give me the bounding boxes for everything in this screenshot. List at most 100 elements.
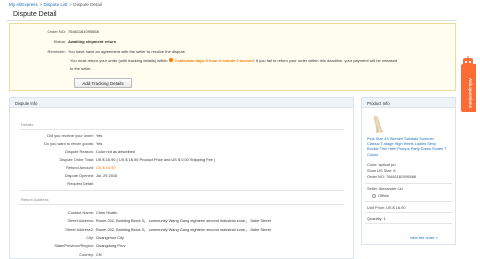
address-row: City: Guangzhou City	[18, 235, 124, 240]
dispute-info-panel: Dispute Info Details Did you receive you…	[9, 97, 354, 259]
color-label: Color:	[367, 162, 378, 167]
reminder-cont-row: to the seller.	[70, 66, 92, 71]
quantity-row: Quantity: 1	[367, 216, 386, 221]
breadcrumb-separator: >	[39, 2, 43, 7]
product-divider-3	[365, 212, 452, 213]
row-label: Street Address:	[67, 218, 94, 224]
product-divider-2	[365, 201, 452, 202]
row-value: US $ 16.90 ( US $ 16.90 Product Price an…	[96, 157, 216, 162]
row-label: Dispute Opened:	[64, 173, 94, 178]
detail-row: Request Detail:	[18, 181, 96, 186]
unit-price-row: Unit Price: US $ 16.90	[367, 205, 406, 210]
dispute-info-header: Dispute Info	[10, 98, 353, 108]
row-value: US $ 16.90	[96, 165, 116, 170]
breadcrumb-home-link[interactable]: My AliExpress	[9, 2, 38, 7]
row-label: Refund Amount:	[66, 165, 94, 170]
title-divider	[6, 20, 457, 21]
breadcrumb-list-link[interactable]: Dispute List	[44, 2, 68, 7]
row-label: State/Province/Region:	[54, 243, 94, 249]
color-value: apricot pu	[378, 162, 396, 167]
address-row: Street Address: Room 202, Building Block …	[18, 218, 271, 224]
reminder-deadline-row: You must return your order (with trackin…	[70, 58, 397, 63]
order-no-row: Order NO: 76461181095568	[16, 29, 99, 34]
address-row: Contact Name: Chen Hualin	[18, 210, 117, 215]
detail-row: Dispute Opened: Jul. 29 2016	[18, 173, 117, 178]
page-title: Dispute Detail	[13, 11, 57, 18]
details-divider	[19, 129, 344, 130]
address-row: Country: CN	[18, 251, 102, 257]
status-value: Awaiting shipment return	[68, 39, 117, 44]
reminder-row: Reminder: You have have an agreement wit…	[16, 49, 186, 54]
add-tracking-details-button[interactable]: Add Tracking Details	[74, 78, 132, 88]
row-label: City:	[86, 234, 94, 240]
row-value: Room 202, Building Block 3， community Wa…	[96, 218, 271, 224]
offline-status-icon	[372, 193, 376, 198]
row-label: Did you receive your order:	[47, 133, 94, 138]
detail-row: Refund Amount: US $ 16.90	[18, 165, 115, 170]
row-label: Dispute Reason:	[65, 149, 94, 154]
quantity-value: 1	[383, 216, 386, 221]
product-thumbnail[interactable]	[371, 114, 385, 134]
row-value: Jul. 29 2016	[96, 173, 118, 178]
product-size: Shoe US Size: 8	[367, 168, 396, 173]
reminder-text-4: to the seller.	[70, 66, 92, 71]
seller-label: Seller:	[367, 186, 379, 191]
row-value: Yes	[96, 133, 103, 138]
order-no-label: Order NO:	[47, 29, 66, 34]
dispute-summary: Order NO: 76461181095568 Status: Awaitin…	[9, 23, 456, 91]
size-value: 8	[393, 168, 396, 173]
return-address-label: Return Address	[21, 197, 49, 202]
address-row: Street Address2: Room 202, Building Block…	[18, 227, 271, 233]
row-value: Chen Hualin	[96, 210, 118, 215]
reminder-label: Reminder:	[47, 49, 66, 54]
product-order-no: Order NO: 76461181095568	[367, 174, 416, 179]
row-label: Country:	[79, 251, 94, 257]
unit-price-value: US $ 16.90	[386, 205, 406, 210]
detail-row: Dispute Reason: Color not as described	[18, 149, 135, 154]
view-order-link[interactable]: view the order »	[410, 235, 438, 240]
product-info-panel: Product Info Plus Size 43 Women Sandals …	[361, 97, 456, 245]
row-label: Dispute Order Total:	[59, 157, 94, 162]
product-divider-4	[365, 223, 452, 224]
row-value: Color not as described	[96, 149, 135, 154]
detail-row: Dispute Order Total: US $ 16.90 ( US $ 16…	[18, 157, 215, 162]
quantity-label: Quantity:	[367, 216, 383, 221]
clock-icon	[169, 58, 174, 62]
order-no-value: 76461181095568	[68, 29, 99, 34]
product-order-no-value: 76461181095568	[386, 174, 417, 179]
offline-label: Offline	[378, 193, 390, 198]
reminder-text-2: You must return your order (with trackin…	[70, 58, 168, 63]
breadcrumb-current: Dispute Detail	[73, 2, 102, 7]
return-divider	[19, 204, 344, 205]
detail-row: Do you want to return goods: Yes	[18, 141, 102, 146]
product-divider-1	[365, 183, 452, 184]
countdown-timer: 0 calendar days 0 hour 0 minute 0 second	[174, 58, 254, 63]
product-color: Color: apricot pu	[367, 162, 396, 167]
status-row: Status: Awaiting shipment return	[16, 39, 117, 44]
row-value: Guangzhou City	[96, 234, 124, 240]
breadcrumb-separator: >	[69, 2, 72, 7]
row-label: Request Detail:	[67, 181, 94, 186]
row-value: Yes	[96, 141, 103, 146]
seller-row: Seller: Alexander Liu	[367, 186, 403, 191]
details-section-label: Details	[21, 122, 34, 127]
size-label: Shoe US Size:	[367, 168, 393, 173]
seller-name: Alexander Liu	[378, 186, 403, 191]
row-label: Street Address2:	[65, 226, 94, 232]
product-info-header: Product Info	[362, 98, 455, 108]
row-value: Guangdong Prov.	[96, 243, 127, 249]
product-title-link[interactable]: Plus Size 43 Women Sandals Summer Classi…	[367, 136, 447, 157]
detail-row: Did you receive your order: Yes	[18, 133, 102, 138]
row-label: Contact Name:	[68, 210, 94, 215]
address-row: State/Province/Region: Guangdong Prov.	[18, 243, 126, 248]
ask-questions-label: Ask questions	[468, 78, 473, 109]
product-order-no-label: Order NO:	[367, 174, 385, 179]
return-divider-top	[19, 190, 344, 191]
row-value: CN	[96, 251, 102, 257]
row-value: Room 202, Building Block 3， community Wa…	[96, 226, 271, 232]
ask-questions-tab[interactable]: Ask questions	[461, 64, 476, 112]
unit-price-label: Unit Price:	[367, 205, 385, 210]
breadcrumb: My AliExpress > Dispute List > Dispute Detai…	[9, 2, 102, 7]
reminder-text-3: If you fail to return your order within …	[255, 58, 398, 63]
status-label: Status:	[53, 39, 66, 44]
